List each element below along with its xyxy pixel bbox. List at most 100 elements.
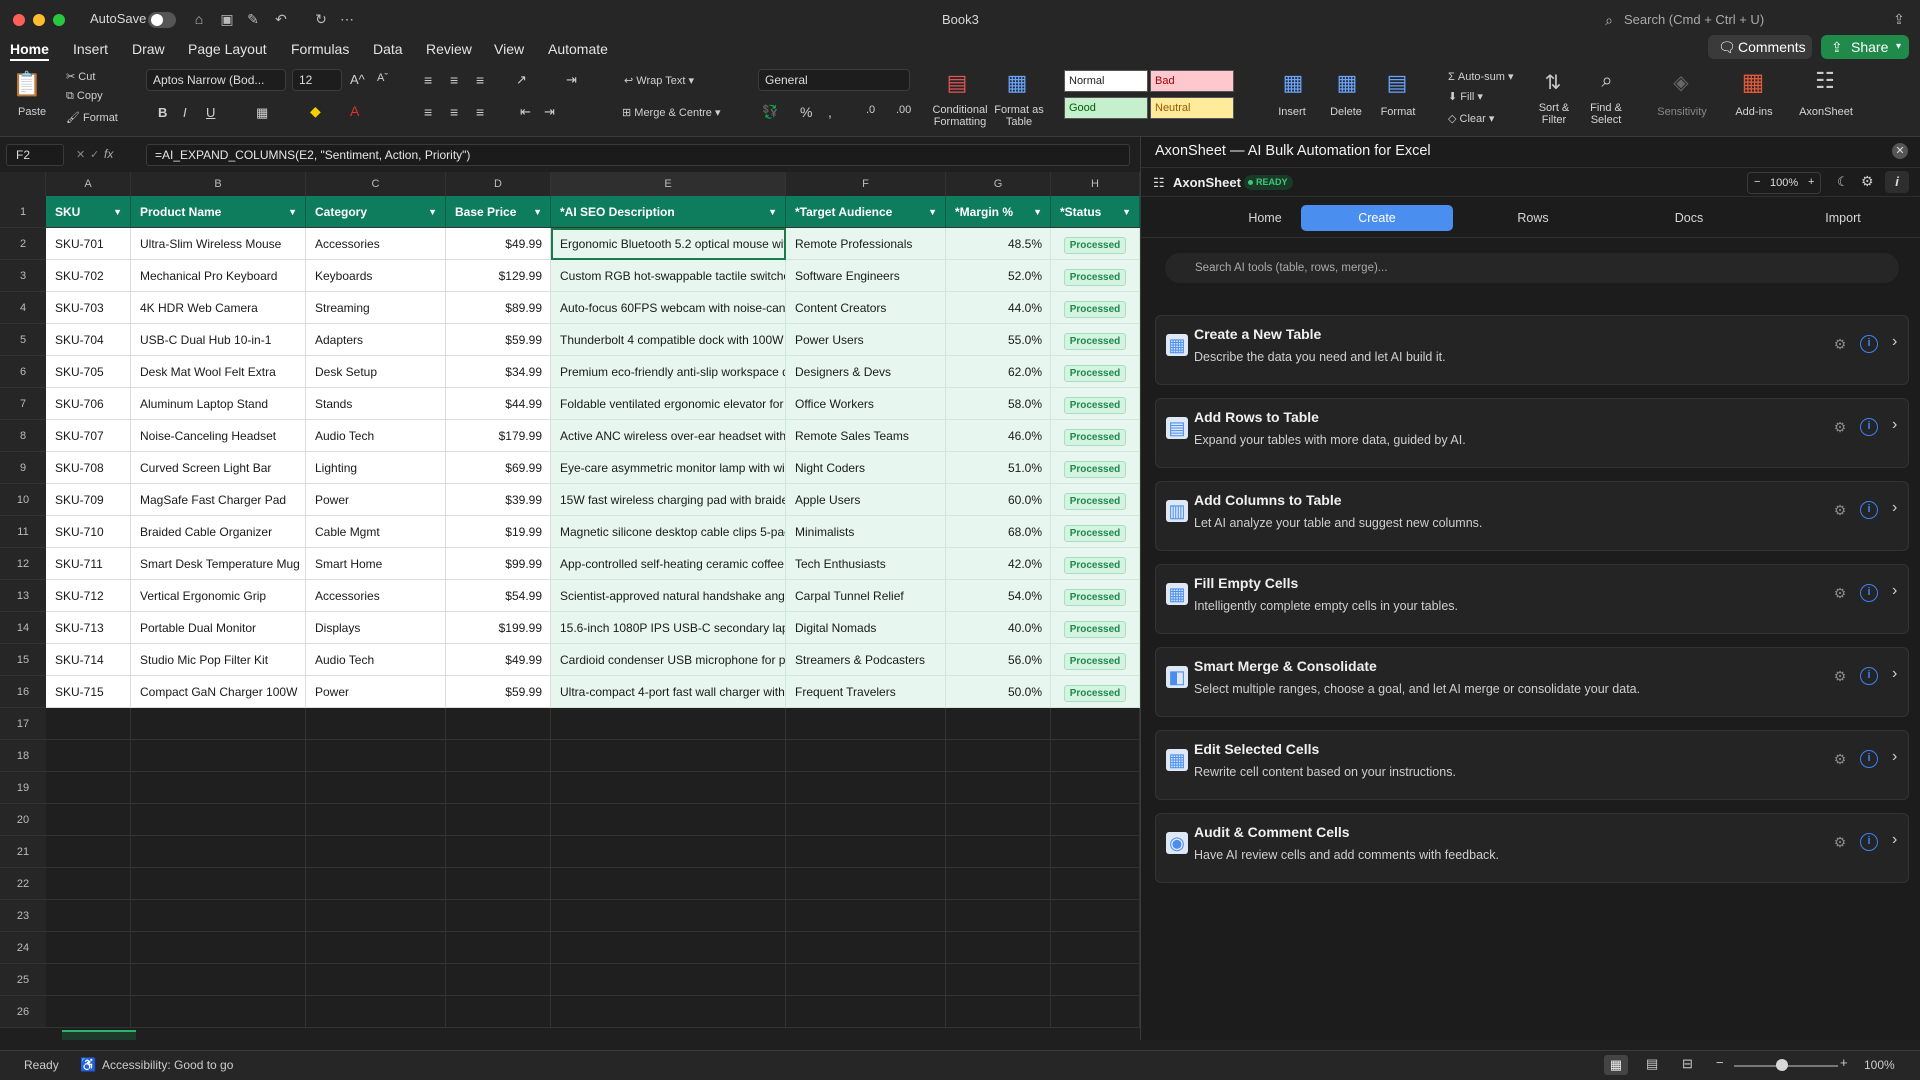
table-cell[interactable]: Processed <box>1051 452 1140 484</box>
page-layout-view-icon[interactable]: ▤ <box>1646 1056 1658 1072</box>
table-cell[interactable]: USB-C Dual Hub 10-in-1 <box>131 324 306 356</box>
share-button[interactable]: ⇪ Share ▾ <box>1821 35 1909 59</box>
filter-dropdown-icon[interactable]: ▼ <box>428 196 437 227</box>
style-neutral[interactable]: Neutral <box>1150 97 1234 119</box>
empty-cell[interactable] <box>446 772 551 804</box>
zoom-out-icon[interactable]: − <box>1754 176 1760 188</box>
table-cell[interactable]: $44.99 <box>446 388 551 420</box>
table-cell[interactable]: MagSafe Fast Charger Pad <box>131 484 306 516</box>
table-cell[interactable]: App-controlled self-heating ceramic coff… <box>551 548 786 580</box>
format-as-table-icon[interactable]: ▦ <box>1000 70 1034 96</box>
redo-icon[interactable]: ↻ <box>312 10 330 28</box>
table-cell[interactable]: 48.5% <box>946 228 1051 260</box>
row-number[interactable]: 18 <box>0 740 46 772</box>
table-cell[interactable]: SKU-711 <box>46 548 131 580</box>
axonsheet-ribbon-label[interactable]: AxonSheet <box>1798 106 1854 118</box>
table-header-cell[interactable]: Category ▼ <box>306 196 446 228</box>
empty-cell[interactable] <box>446 740 551 772</box>
tab-automate[interactable]: Automate <box>548 39 608 61</box>
delete-label[interactable]: Delete <box>1326 106 1366 118</box>
table-cell[interactable]: Desk Mat Wool Felt Extra <box>131 356 306 388</box>
table-cell[interactable]: Digital Nomads <box>786 612 946 644</box>
gear-icon[interactable]: ⚙ <box>1832 502 1848 518</box>
table-cell[interactable]: Vertical Ergonomic Grip <box>131 580 306 612</box>
table-cell[interactable]: Processed <box>1051 260 1140 292</box>
row-number[interactable]: 19 <box>0 772 46 804</box>
copy-button[interactable]: ⧉ Copy <box>66 90 103 103</box>
table-cell[interactable]: Adapters <box>306 324 446 356</box>
empty-cell[interactable] <box>46 708 131 740</box>
table-cell[interactable]: SKU-705 <box>46 356 131 388</box>
ai-tool-card[interactable]: ▦ Edit Selected Cells Rewrite cell content… <box>1155 730 1909 800</box>
currency-icon[interactable]: 💱 <box>762 104 778 120</box>
empty-cell[interactable] <box>551 708 786 740</box>
table-cell[interactable]: Active ANC wireless over-ear headset wit… <box>551 420 786 452</box>
fill-button[interactable]: ⬇ Fill ▾ <box>1448 90 1483 103</box>
table-cell[interactable]: Frequent Travelers <box>786 676 946 708</box>
insert-label[interactable]: Insert <box>1272 106 1312 118</box>
table-cell[interactable]: Aluminum Laptop Stand <box>131 388 306 420</box>
font-size-select[interactable]: 12 <box>292 69 342 91</box>
ai-tools-search-input[interactable]: Search AI tools (table, rows, merge)... <box>1165 253 1899 283</box>
table-cell[interactable]: Auto-focus 60FPS webcam with noise-cance <box>551 292 786 324</box>
autosave-toggle[interactable] <box>148 12 176 28</box>
table-cell[interactable]: SKU-708 <box>46 452 131 484</box>
empty-cell[interactable] <box>551 772 786 804</box>
table-cell[interactable]: $179.99 <box>446 420 551 452</box>
empty-cell[interactable] <box>131 932 306 964</box>
row-number[interactable]: 12 <box>0 548 46 580</box>
table-cell[interactable]: Ultra-compact 4-port fast wall charger w… <box>551 676 786 708</box>
table-cell[interactable]: SKU-704 <box>46 324 131 356</box>
table-cell[interactable]: $59.99 <box>446 676 551 708</box>
column-header-f[interactable]: F <box>786 172 946 196</box>
empty-cell[interactable] <box>1051 772 1140 804</box>
empty-cell[interactable] <box>446 836 551 868</box>
style-normal[interactable]: Normal <box>1064 70 1148 92</box>
table-cell[interactable]: Magnetic silicone desktop cable clips 5-… <box>551 516 786 548</box>
empty-cell[interactable] <box>946 708 1051 740</box>
spreadsheet-grid[interactable]: A B C D E F G H 1 SKU ▼ Product Name ▼ Category ▼ Base … <box>0 172 1140 1040</box>
row-number[interactable]: 20 <box>0 804 46 836</box>
gear-icon[interactable]: ⚙ <box>1832 834 1848 850</box>
empty-cell[interactable] <box>131 772 306 804</box>
style-good[interactable]: Good <box>1064 97 1148 119</box>
chevron-right-icon[interactable]: › <box>1892 582 1897 600</box>
empty-cell[interactable] <box>551 996 786 1028</box>
table-cell[interactable]: 62.0% <box>946 356 1051 388</box>
empty-cell[interactable] <box>46 900 131 932</box>
empty-cell[interactable] <box>46 868 131 900</box>
table-cell[interactable]: Eye-care asymmetric monitor lamp with wi… <box>551 452 786 484</box>
gear-icon[interactable]: ⚙ <box>1832 419 1848 435</box>
tab-formulas[interactable]: Formulas <box>291 39 349 61</box>
empty-cell[interactable] <box>46 836 131 868</box>
empty-cell[interactable] <box>46 932 131 964</box>
table-cell[interactable]: Tech Enthusiasts <box>786 548 946 580</box>
table-cell[interactable]: Studio Mic Pop Filter Kit <box>131 644 306 676</box>
table-cell[interactable]: $59.99 <box>446 324 551 356</box>
panel-tab-create[interactable]: Create <box>1301 205 1453 231</box>
settings-icon[interactable]: ⚙ <box>1861 173 1874 190</box>
table-cell[interactable]: SKU-709 <box>46 484 131 516</box>
table-cell[interactable]: Processed <box>1051 644 1140 676</box>
table-cell[interactable]: Processed <box>1051 516 1140 548</box>
add-ins-label[interactable]: Add-ins <box>1732 106 1776 118</box>
empty-cell[interactable] <box>786 804 946 836</box>
table-cell[interactable]: Night Coders <box>786 452 946 484</box>
table-cell[interactable]: Processed <box>1051 420 1140 452</box>
ai-tool-card[interactable]: ◉ Audit & Comment Cells Have AI review cel… <box>1155 813 1909 883</box>
find-icon[interactable]: ⌕ <box>1590 70 1624 96</box>
find-select-label[interactable]: Find & Select <box>1586 102 1626 126</box>
empty-cell[interactable] <box>46 996 131 1028</box>
table-cell[interactable]: Processed <box>1051 228 1140 260</box>
empty-cell[interactable] <box>786 932 946 964</box>
table-cell[interactable]: Cardioid condenser USB microphone for po <box>551 644 786 676</box>
close-panel-icon[interactable]: ✕ <box>1892 143 1908 159</box>
table-cell[interactable]: Processed <box>1051 324 1140 356</box>
zoom-out-status-icon[interactable]: − <box>1716 1055 1724 1070</box>
name-box[interactable]: F2 <box>6 144 64 166</box>
table-cell[interactable]: Smart Desk Temperature Mug <box>131 548 306 580</box>
empty-cell[interactable] <box>46 740 131 772</box>
ai-tool-card[interactable]: ▤ Add Rows to Table Expand your tables wit… <box>1155 398 1909 468</box>
column-header-h[interactable]: H <box>1051 172 1140 196</box>
filter-dropdown-icon[interactable]: ▼ <box>113 196 122 227</box>
